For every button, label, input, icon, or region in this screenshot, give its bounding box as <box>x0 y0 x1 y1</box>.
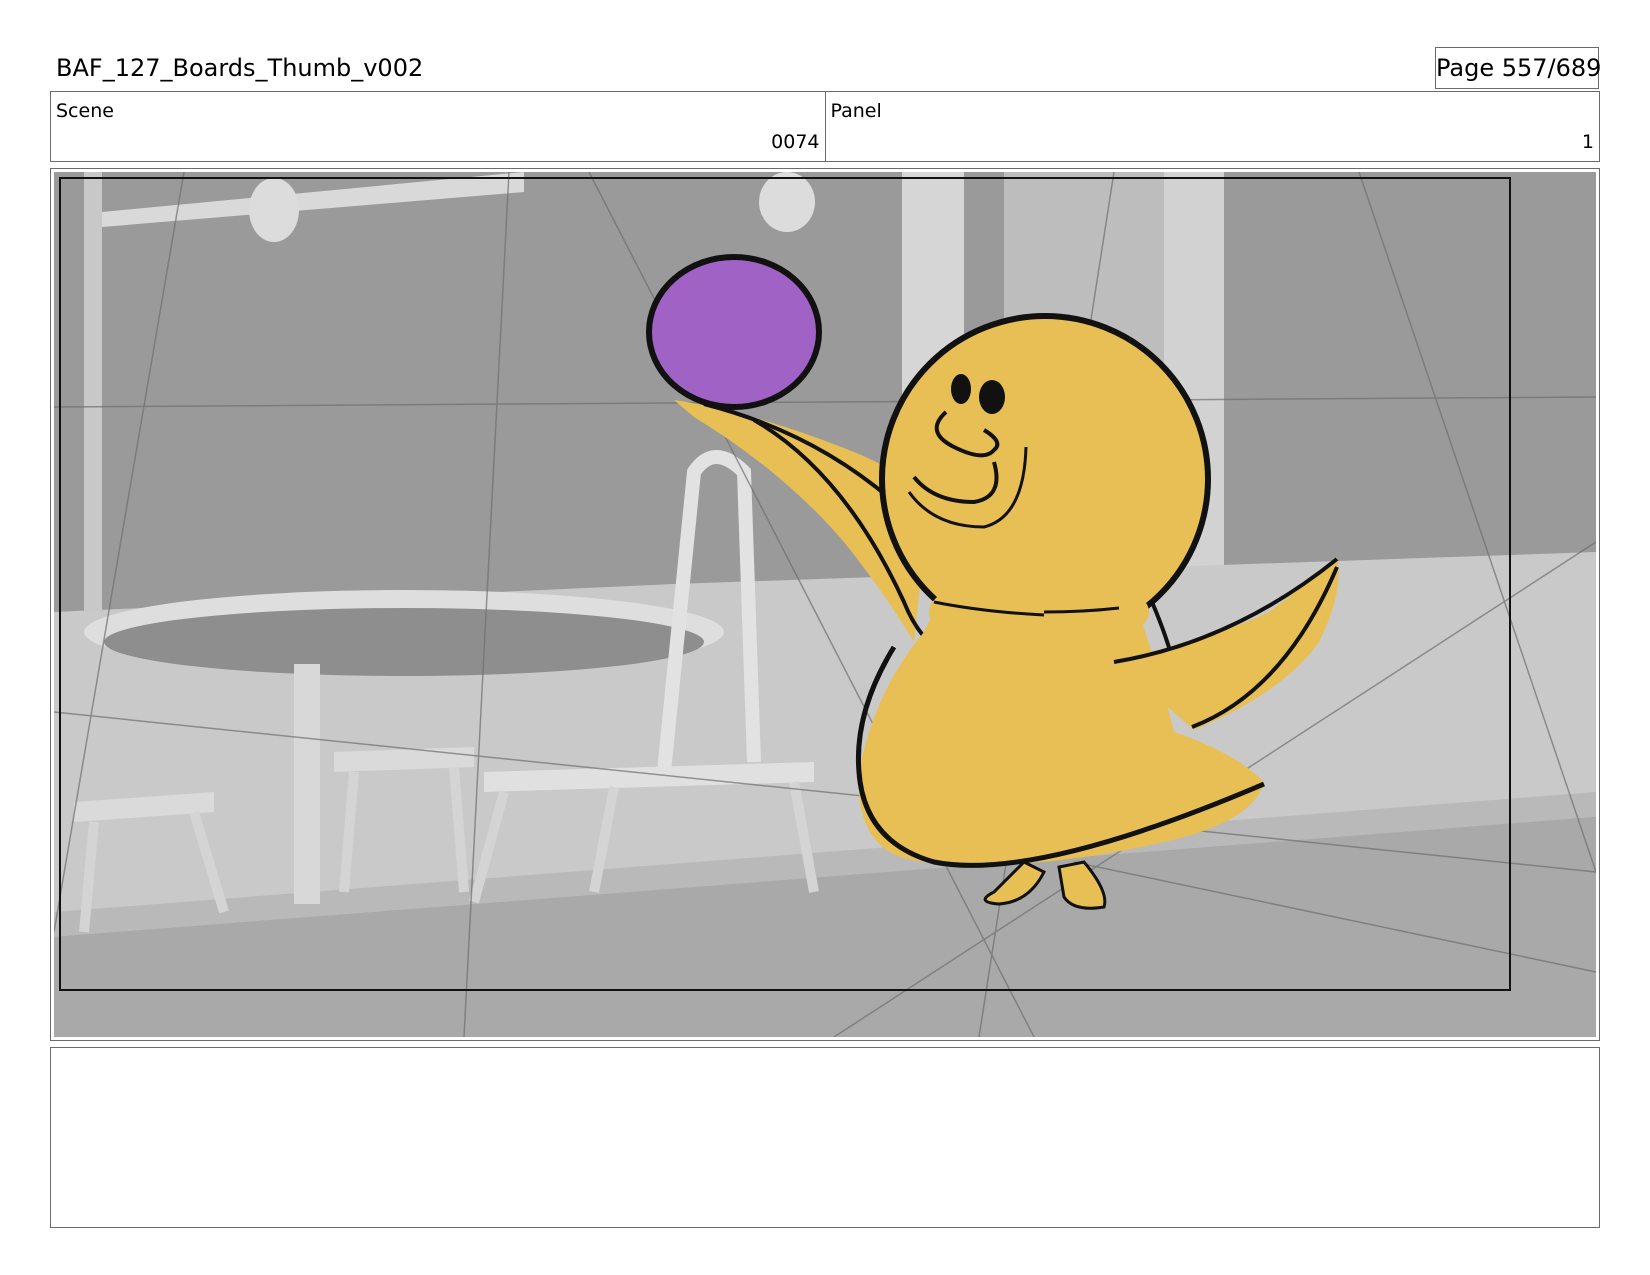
panel-number: 1 <box>1581 131 1594 153</box>
scene-number: 0074 <box>771 131 820 153</box>
lamp-icon <box>249 178 299 242</box>
chick-eye-icon <box>951 374 971 404</box>
table-leg <box>294 664 320 904</box>
chick-neck <box>929 572 1149 652</box>
document-title: BAF_127_Boards_Thumb_v002 <box>56 54 424 82</box>
table-top-shadow <box>104 608 704 676</box>
panel-label: Panel <box>830 100 882 122</box>
scene-panel-header: Scene 0074 Panel 1 <box>50 91 1600 162</box>
page-number: Page 557/689 <box>1435 47 1601 89</box>
storyboard-panel-image <box>54 172 1596 1037</box>
purple-ball-icon <box>646 254 822 410</box>
scene-label: Scene <box>56 100 114 122</box>
lamp-icon <box>759 172 815 232</box>
chick-eye-icon <box>979 380 1005 414</box>
storyboard-frame <box>50 168 1600 1041</box>
panel-cell: Panel 1 <box>824 92 1600 161</box>
scene-cell: Scene 0074 <box>51 92 825 161</box>
notes-box <box>50 1047 1600 1228</box>
